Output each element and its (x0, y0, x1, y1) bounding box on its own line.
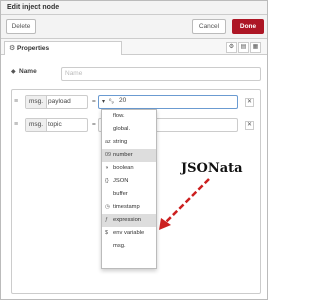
equals-sign: = (92, 121, 96, 128)
payload-value: 20 (119, 97, 127, 104)
cancel-button[interactable]: Cancel (192, 19, 226, 34)
clock-icon: ◷ (105, 204, 110, 210)
payload-property-field[interactable]: msg. payload (25, 95, 88, 109)
name-label: Name (19, 68, 37, 75)
name-input[interactable]: Name (61, 67, 261, 81)
gear-icon: ⚙ (9, 45, 16, 52)
type-dropdown-menu: flow. global. az string 09 number ◑ boolean… (101, 109, 157, 269)
string-icon: az (105, 139, 111, 145)
dropdown-item-timestamp[interactable]: ◷ timestamp (102, 201, 156, 214)
dropdown-item-flow[interactable]: flow. (102, 110, 156, 123)
drag-handle-icon[interactable]: ≡ (14, 98, 18, 105)
edit-inject-node-tray: Edit inject node Delete Cancel Done ⚙ Pr… (0, 0, 268, 300)
tabs-bar: ⚙ Properties ⚙ ▤ ▦ (1, 39, 267, 55)
json-icon: {} (105, 178, 109, 184)
dropdown-item-json[interactable]: {} JSON (102, 175, 156, 188)
dropdown-item-boolean[interactable]: ◑ boolean (102, 162, 156, 175)
dropdown-item-global[interactable]: global. (102, 123, 156, 136)
type-dropdown-arrow-icon[interactable]: ▾ (102, 98, 105, 105)
dropdown-item-msg[interactable]: msg. (102, 240, 156, 253)
msg-type-label: msg. (26, 119, 48, 131)
payload-value-input[interactable]: ▾ ⁰₉ 20 (98, 95, 238, 109)
tray-toolbar: Delete Cancel Done (1, 15, 267, 39)
topic-property-field[interactable]: msg. topic (25, 118, 88, 132)
topic-key: topic (48, 121, 62, 128)
settings-tab-icon[interactable]: ⚙ (226, 42, 237, 53)
dropdown-item-env-variable[interactable]: $ env variable (102, 227, 156, 240)
delete-row-icon[interactable]: ✕ (245, 98, 254, 107)
delete-row-icon[interactable]: ✕ (245, 121, 254, 130)
done-button[interactable]: Done (232, 19, 264, 34)
jsonata-annotation: JSONata (181, 161, 243, 176)
payload-key: payload (48, 98, 71, 105)
tray-title: Edit inject node (7, 4, 60, 11)
dollar-icon: $ (105, 230, 109, 236)
description-tab-icon[interactable]: ▤ (238, 42, 249, 53)
number-icon: 09 (105, 152, 112, 158)
number-type-icon: ⁰₉ (109, 99, 114, 105)
dropdown-item-buffer[interactable]: buffer (102, 188, 156, 201)
tab-properties[interactable]: ⚙ Properties (4, 41, 122, 55)
equals-sign: = (92, 98, 96, 105)
appearance-tab-icon[interactable]: ▦ (250, 42, 261, 53)
dropdown-item-string[interactable]: az string (102, 136, 156, 149)
delete-button[interactable]: Delete (6, 19, 36, 34)
tray-header: Edit inject node (1, 1, 267, 15)
boolean-icon: ◑ (105, 165, 109, 171)
tag-icon: ◆ (11, 69, 16, 75)
dropdown-item-number[interactable]: 09 number (102, 149, 156, 162)
drag-handle-icon[interactable]: ≡ (14, 121, 18, 128)
tab-properties-label: Properties (17, 45, 50, 52)
function-icon: ƒ (105, 217, 109, 223)
msg-type-label: msg. (26, 96, 48, 108)
dropdown-item-expression[interactable]: ƒ expression (102, 214, 156, 227)
